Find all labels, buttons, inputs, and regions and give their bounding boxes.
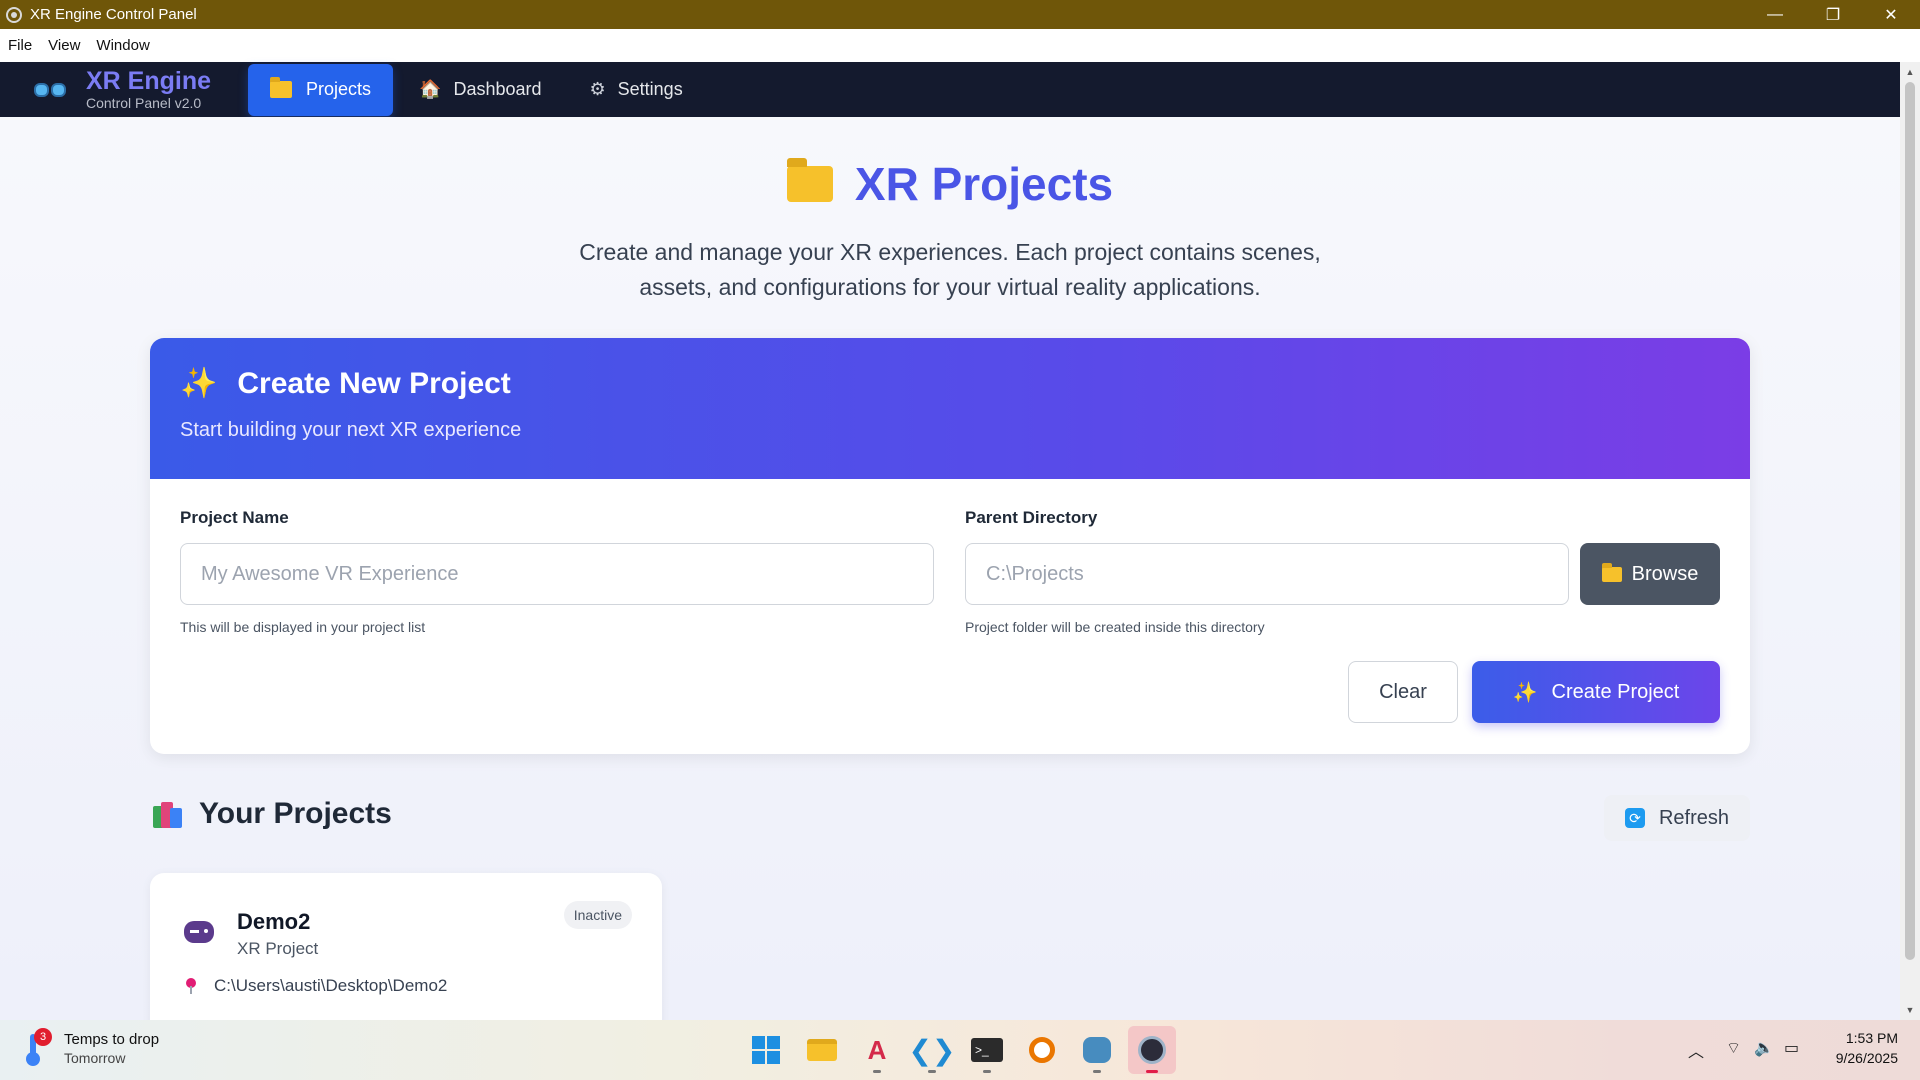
folder-icon xyxy=(786,158,833,202)
project-name-hint: This will be displayed in your project l… xyxy=(180,619,426,635)
project-card[interactable]: Demo2 XR Project Inactive C:\Users\austi… xyxy=(150,873,662,1020)
thermometer-icon: 3 xyxy=(24,1028,52,1066)
volume-icon[interactable]: 🔈 xyxy=(1754,1038,1774,1058)
tab-projects-label: Projects xyxy=(306,79,372,99)
menu-file[interactable]: File xyxy=(0,37,40,54)
clock-date: 9/26/2025 xyxy=(1835,1050,1898,1066)
scroll-down-icon[interactable]: ▼ xyxy=(1900,1002,1920,1018)
wifi-icon[interactable]: ⌔ xyxy=(1726,1038,1741,1058)
sparkles-icon: ✨ xyxy=(1512,681,1538,704)
parent-directory-label: Parent Directory xyxy=(965,508,1098,527)
parent-directory-placeholder: C:\Projects xyxy=(986,562,1084,585)
file-explorer-icon[interactable] xyxy=(798,1026,846,1074)
terminal-icon[interactable]: >_ xyxy=(963,1026,1011,1074)
minimize-button[interactable]: — xyxy=(1746,0,1804,29)
app-icon xyxy=(6,6,22,23)
weather-subtitle: Tomorrow xyxy=(64,1050,126,1066)
create-project-button[interactable]: ✨ Create Project xyxy=(1472,661,1720,723)
project-type: XR Project xyxy=(237,939,319,958)
battery-icon[interactable]: ▭ xyxy=(1784,1038,1799,1058)
window-title: XR Engine Control Panel xyxy=(30,6,197,23)
tab-settings[interactable]: ⚙ Settings xyxy=(568,64,705,116)
status-badge: Inactive xyxy=(563,901,632,929)
title-bar: XR Engine Control Panel — ❐ ✕ xyxy=(0,0,1920,29)
refresh-button-label: Refresh xyxy=(1658,806,1730,829)
create-project-card: ✨ Create New Project Start building your… xyxy=(150,338,1750,754)
tab-projects[interactable]: Projects xyxy=(248,63,394,116)
browse-button-label: Browse xyxy=(1631,562,1699,585)
page-title-text: XR Projects xyxy=(854,158,1114,210)
weather-badge: 3 xyxy=(34,1028,52,1046)
scroll-up-icon[interactable]: ▲ xyxy=(1900,64,1920,80)
project-name-input[interactable]: My Awesome VR Experience xyxy=(180,543,934,605)
scroll-thumb[interactable] xyxy=(1905,82,1915,960)
page-title: XR Projects xyxy=(786,157,1114,211)
parent-directory-input[interactable]: C:\Projects xyxy=(965,543,1569,605)
your-projects-heading: Your Projects xyxy=(153,797,392,831)
create-project-button-label: Create Project xyxy=(1551,680,1680,703)
create-project-title: Create New Project xyxy=(237,366,511,400)
start-icon[interactable] xyxy=(742,1026,790,1074)
gamepad-icon xyxy=(184,921,214,943)
tab-settings-label: Settings xyxy=(617,79,683,99)
vr-headset-icon xyxy=(34,79,68,101)
chevron-up-icon[interactable]: ︿ xyxy=(1688,1038,1704,1062)
weather-widget[interactable]: 3 Temps to drop Tomorrow xyxy=(24,1028,160,1068)
clear-button-label: Clear xyxy=(1379,680,1427,703)
house-icon: 🏠 xyxy=(419,79,442,99)
restore-button[interactable]: ❐ xyxy=(1804,0,1862,29)
project-name-placeholder: My Awesome VR Experience xyxy=(201,562,459,585)
your-projects-title: Your Projects xyxy=(199,797,392,830)
vertical-scrollbar[interactable]: ▲ ▼ xyxy=(1900,62,1920,1020)
tab-dashboard-label: Dashboard xyxy=(453,79,542,99)
hero: XR Projects Create and manage your XR ex… xyxy=(0,157,1900,305)
brand-name: XR Engine xyxy=(86,66,212,95)
blender-icon[interactable] xyxy=(1018,1026,1066,1074)
menu-view[interactable]: View xyxy=(40,37,88,54)
create-project-header: ✨ Create New Project Start building your… xyxy=(150,338,1750,479)
folder-icon xyxy=(1601,562,1622,582)
refresh-button[interactable]: ⟳ Refresh xyxy=(1604,795,1750,841)
taskbar: 3 Temps to drop Tomorrow A ❮❯ >_ ︿ ⌔ 🔈 ▭… xyxy=(0,1020,1920,1080)
project-path: C:\Users\austi\Desktop\Demo2 xyxy=(214,976,448,995)
browse-button[interactable]: Browse xyxy=(1580,543,1720,605)
clear-button[interactable]: Clear xyxy=(1348,661,1458,723)
brand: XR Engine Control Panel v2.0 xyxy=(34,68,248,112)
parent-directory-hint: Project folder will be created inside th… xyxy=(965,619,1265,635)
sparkles-icon: ✨ xyxy=(180,367,218,400)
refresh-icon: ⟳ xyxy=(1624,808,1645,828)
project-name: Demo2 xyxy=(237,909,311,934)
app-icon[interactable]: A xyxy=(853,1026,901,1074)
clock-time: 1:53 PM xyxy=(1845,1030,1898,1046)
tab-dashboard[interactable]: 🏠 Dashboard xyxy=(397,64,563,116)
godot-icon[interactable] xyxy=(1073,1026,1121,1074)
main-content: XR Projects Create and manage your XR ex… xyxy=(0,117,1900,1020)
create-project-subtitle: Start building your next XR experience xyxy=(180,419,522,441)
books-icon xyxy=(153,800,185,828)
gear-icon: ⚙ xyxy=(589,79,606,99)
weather-title: Temps to drop xyxy=(64,1031,160,1048)
vscode-icon[interactable]: ❮❯ xyxy=(908,1026,956,1074)
xr-engine-icon[interactable] xyxy=(1128,1026,1176,1074)
menu-bar: File View Window xyxy=(0,29,1920,62)
menu-window[interactable]: Window xyxy=(88,37,157,54)
close-button[interactable]: ✕ xyxy=(1862,0,1920,29)
clock[interactable]: 1:53 PM 9/26/2025 xyxy=(1818,1028,1898,1068)
project-name-label: Project Name xyxy=(180,508,289,527)
brand-subtitle: Control Panel v2.0 xyxy=(86,94,202,111)
folder-icon xyxy=(270,77,292,98)
page-description: Create and manage your XR experiences. E… xyxy=(579,239,1321,300)
app-nav: XR Engine Control Panel v2.0 Projects 🏠 … xyxy=(0,62,1900,117)
pin-icon xyxy=(186,978,196,994)
